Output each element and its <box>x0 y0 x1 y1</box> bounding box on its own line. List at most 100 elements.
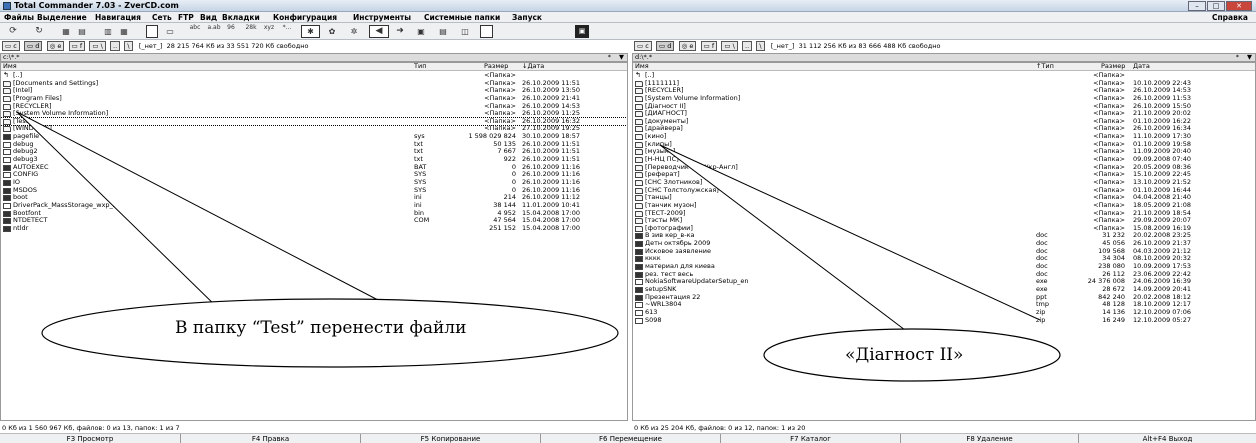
sort-size-icon[interactable]: abc <box>188 25 202 38</box>
file-icon <box>3 202 11 209</box>
right-path-bar[interactable]: d:\*.* * ▼ <box>632 53 1256 62</box>
menu-item-system-folders[interactable]: Системные папки <box>424 13 500 22</box>
minimize-icon[interactable]: – <box>1188 1 1206 11</box>
right-volume-label: [_нет_] <box>770 42 795 50</box>
drive-e-button[interactable]: ◎ e <box>46 41 65 51</box>
unpack-icon[interactable]: *... <box>280 25 294 38</box>
folder-icon <box>3 95 11 102</box>
menu-item-navigation[interactable]: Навигация <box>95 13 141 22</box>
root-dir-button[interactable]: .. <box>742 41 753 51</box>
file-icon <box>635 248 643 255</box>
drive-network-button[interactable]: ▭ \ <box>89 41 106 51</box>
drive-c-button[interactable]: ▭ c <box>2 41 20 51</box>
unsort-icon[interactable]: 96 <box>225 25 237 38</box>
invert-icon[interactable]: 28k <box>244 25 258 38</box>
notepad-icon[interactable]: ▤ <box>436 25 450 38</box>
column-name[interactable]: Имя <box>635 63 649 70</box>
sort-date-icon[interactable]: a.ab <box>207 25 221 38</box>
column-size[interactable]: Размер <box>484 63 508 70</box>
cmd-icon[interactable]: ◫ <box>458 25 472 38</box>
menu-item-help[interactable]: Справка <box>1212 13 1248 22</box>
folder-icon <box>3 118 11 125</box>
drive-e-button[interactable]: ◎ e <box>678 41 697 51</box>
close-icon[interactable]: ✕ <box>1226 1 1252 11</box>
f6-move-button[interactable]: F6 Перемещение <box>540 434 720 443</box>
ftp-icon[interactable]: ✲ <box>347 25 361 38</box>
drive-f-button[interactable]: ▭ f <box>68 41 86 51</box>
drive-f-button[interactable]: ▭ f <box>700 41 718 51</box>
calc-icon[interactable] <box>480 25 493 38</box>
parent-dir-button[interactable]: \ <box>124 41 133 51</box>
pack-icon[interactable]: xyz <box>262 25 276 38</box>
file-icon <box>3 141 11 148</box>
refresh-icon[interactable]: ⟳ <box>6 25 20 38</box>
cell-name: ntldr <box>13 223 29 232</box>
sync-icon[interactable]: ✿ <box>325 25 339 38</box>
maximize-icon[interactable]: □ <box>1207 1 1225 11</box>
left-path-filter: * <box>607 53 611 61</box>
folder-icon <box>635 172 643 179</box>
right-file-panel[interactable]: Имя ↑Тип Размер Дата ↰ [..] <Папка> [111111… <box>632 62 1256 421</box>
file-row[interactable]: S098 zip 16 249 12.10.2009 05:27 <box>633 316 1255 325</box>
column-date[interactable]: ↓Дата <box>522 63 544 70</box>
f5-copy-button[interactable]: F5 Копирование <box>360 434 540 443</box>
folder-icon <box>635 210 643 217</box>
forward-icon[interactable]: ➜ <box>393 25 407 38</box>
menu-item-files[interactable]: Файлы <box>4 13 34 22</box>
column-type[interactable]: Тип <box>414 63 426 70</box>
chevron-down-icon[interactable]: ▼ <box>619 54 624 61</box>
find-icon[interactable]: ✱ <box>301 25 320 38</box>
cell-size: 251 152 <box>489 223 516 232</box>
menu-item-network[interactable]: Сеть <box>152 13 172 22</box>
thumbnails-icon[interactable]: ▦ <box>118 25 130 38</box>
right-file-list: ↰ [..] <Папка> [1111111] <Папка> 10.10.2009 2… <box>633 71 1255 325</box>
drive-c-button[interactable]: ▭ c <box>634 41 652 51</box>
menu-item-tabs[interactable]: Вкладки <box>222 13 260 22</box>
f8-delete-button[interactable]: F8 Удаление <box>900 434 1078 443</box>
folder-icon <box>635 218 643 225</box>
window-title: Total Commander 7.03 - ZverCD.com <box>14 1 179 10</box>
drive-network-button[interactable]: ▭ \ <box>721 41 738 51</box>
file-row[interactable]: ntldr 251 152 15.04.2008 17:00 <box>1 223 627 233</box>
file-icon <box>3 225 11 232</box>
parent-dir-button[interactable]: \ <box>756 41 765 51</box>
column-size[interactable]: Размер <box>1101 63 1125 70</box>
drive-d-button[interactable]: ▭ d <box>24 41 43 51</box>
back-icon[interactable]: ◀ <box>369 25 389 38</box>
left-column-header: Имя Тип Размер ↓Дата <box>1 63 627 71</box>
sort-name-icon[interactable] <box>146 25 158 38</box>
folder-icon <box>635 225 643 232</box>
folder-icon <box>635 88 643 95</box>
f4-edit-button[interactable]: F4 Правка <box>180 434 360 443</box>
column-date[interactable]: Дата <box>1133 63 1150 70</box>
left-path-bar[interactable]: c:\*.* * ▼ <box>0 53 628 62</box>
menu-item-selection[interactable]: Выделение <box>37 13 87 22</box>
menu-item-launch[interactable]: Запуск <box>512 13 542 22</box>
alt-f4-exit-button[interactable]: Alt+F4 Выход <box>1078 434 1256 443</box>
f7-mkdir-button[interactable]: F7 Каталог <box>720 434 900 443</box>
column-name[interactable]: Имя <box>3 63 17 70</box>
tree-view-icon[interactable]: ▥ <box>102 25 114 38</box>
folder-icon <box>635 80 643 87</box>
folder-icon <box>635 187 643 194</box>
brief-view-icon[interactable]: ▦ <box>60 25 72 38</box>
sort-ext-icon[interactable]: ▭ <box>164 25 176 38</box>
root-dir-button[interactable]: .. <box>110 41 121 51</box>
f3-view-button[interactable]: F3 Просмотр <box>0 434 180 443</box>
terminal-icon[interactable]: ▣ <box>575 25 589 38</box>
menu-item-view[interactable]: Вид <box>200 13 217 22</box>
column-type[interactable]: ↑Тип <box>1036 63 1054 70</box>
menu-item-configuration[interactable]: Конфигурация <box>273 13 337 22</box>
chevron-down-icon[interactable]: ▼ <box>1247 54 1252 61</box>
menu-item-ftp[interactable]: FTP <box>178 13 194 22</box>
drive-d-button[interactable]: ▭ d <box>656 41 675 51</box>
left-file-panel[interactable]: Имя Тип Размер ↓Дата ↰ [..] <Папка> [Docume… <box>0 62 628 421</box>
reload-icon[interactable]: ↻ <box>32 25 46 38</box>
file-icon <box>635 302 643 309</box>
folder-icon <box>635 111 643 118</box>
multi-rename-icon[interactable]: ▣ <box>414 25 428 38</box>
full-view-icon[interactable]: ▤ <box>76 25 88 38</box>
menu-item-tools[interactable]: Инструменты <box>353 13 411 22</box>
toolbar: ⟳ ↻ ▦ ▤ ▥ ▦ ▭ abc a.ab 96 28k xyz *... ✱… <box>0 23 1256 40</box>
file-icon <box>3 187 11 194</box>
